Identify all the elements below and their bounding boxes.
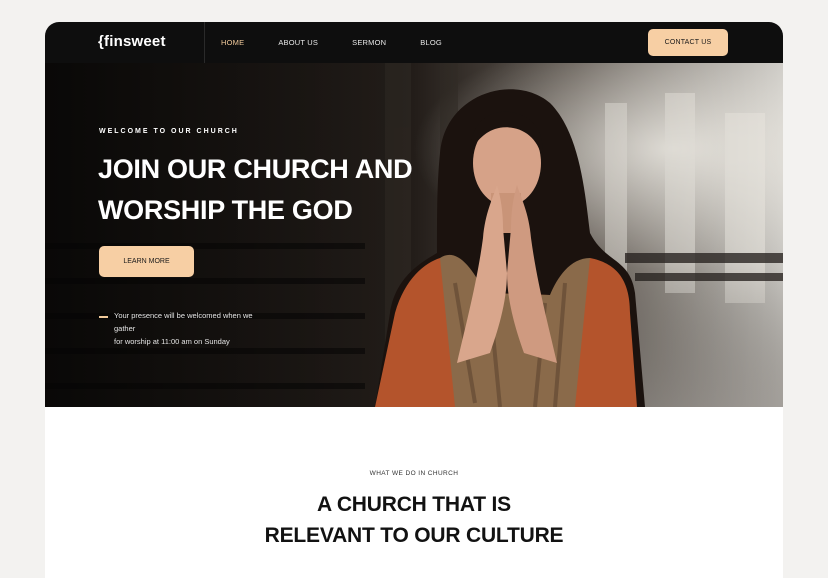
section-eyebrow: WHAT WE DO IN CHURCH [369, 470, 459, 477]
worship-note-line2: for worship at 11:00 am on Sunday [114, 337, 230, 346]
contact-us-button[interactable]: CONTACT US [648, 29, 728, 56]
hero-title-line2: WORSHIP THE GOD [98, 195, 353, 225]
top-nav: {finsweet HOME ABOUT US SERMON BLOG CONT… [45, 22, 783, 63]
accent-dash [99, 316, 108, 318]
logo[interactable]: {finsweet [98, 33, 166, 50]
hero: WELCOME TO OUR CHURCH JOIN OUR CHURCH AN… [45, 63, 783, 407]
section-title-line2: RELEVANT TO OUR CULTURE [264, 524, 564, 547]
section-title: A CHURCH THAT IS RELEVANT TO OUR CULTURE [45, 489, 783, 551]
worship-note: Your presence will be welcomed when we g… [99, 309, 274, 348]
hero-title-line1: JOIN OUR CHURCH AND [98, 154, 413, 184]
nav-link-sermon[interactable]: SERMON [352, 38, 386, 47]
nav-link-home[interactable]: HOME [221, 38, 244, 47]
nav-links: HOME ABOUT US SERMON BLOG [221, 22, 476, 63]
section-title-line1: A CHURCH THAT IS [317, 493, 511, 516]
nav-link-blog[interactable]: BLOG [420, 38, 442, 47]
nav-divider [204, 22, 205, 63]
hero-eyebrow: WELCOME TO OUR CHURCH [99, 128, 239, 135]
worship-note-line1: Your presence will be welcomed when we g… [114, 311, 253, 333]
page: {finsweet HOME ABOUT US SERMON BLOG CONT… [45, 22, 783, 578]
hero-title: JOIN OUR CHURCH AND WORSHIP THE GOD [98, 149, 428, 231]
hero-image [45, 63, 783, 407]
nav-link-about[interactable]: ABOUT US [278, 38, 318, 47]
learn-more-button[interactable]: LEARN MORE [99, 246, 194, 277]
worship-note-text: Your presence will be welcomed when we g… [114, 309, 274, 348]
